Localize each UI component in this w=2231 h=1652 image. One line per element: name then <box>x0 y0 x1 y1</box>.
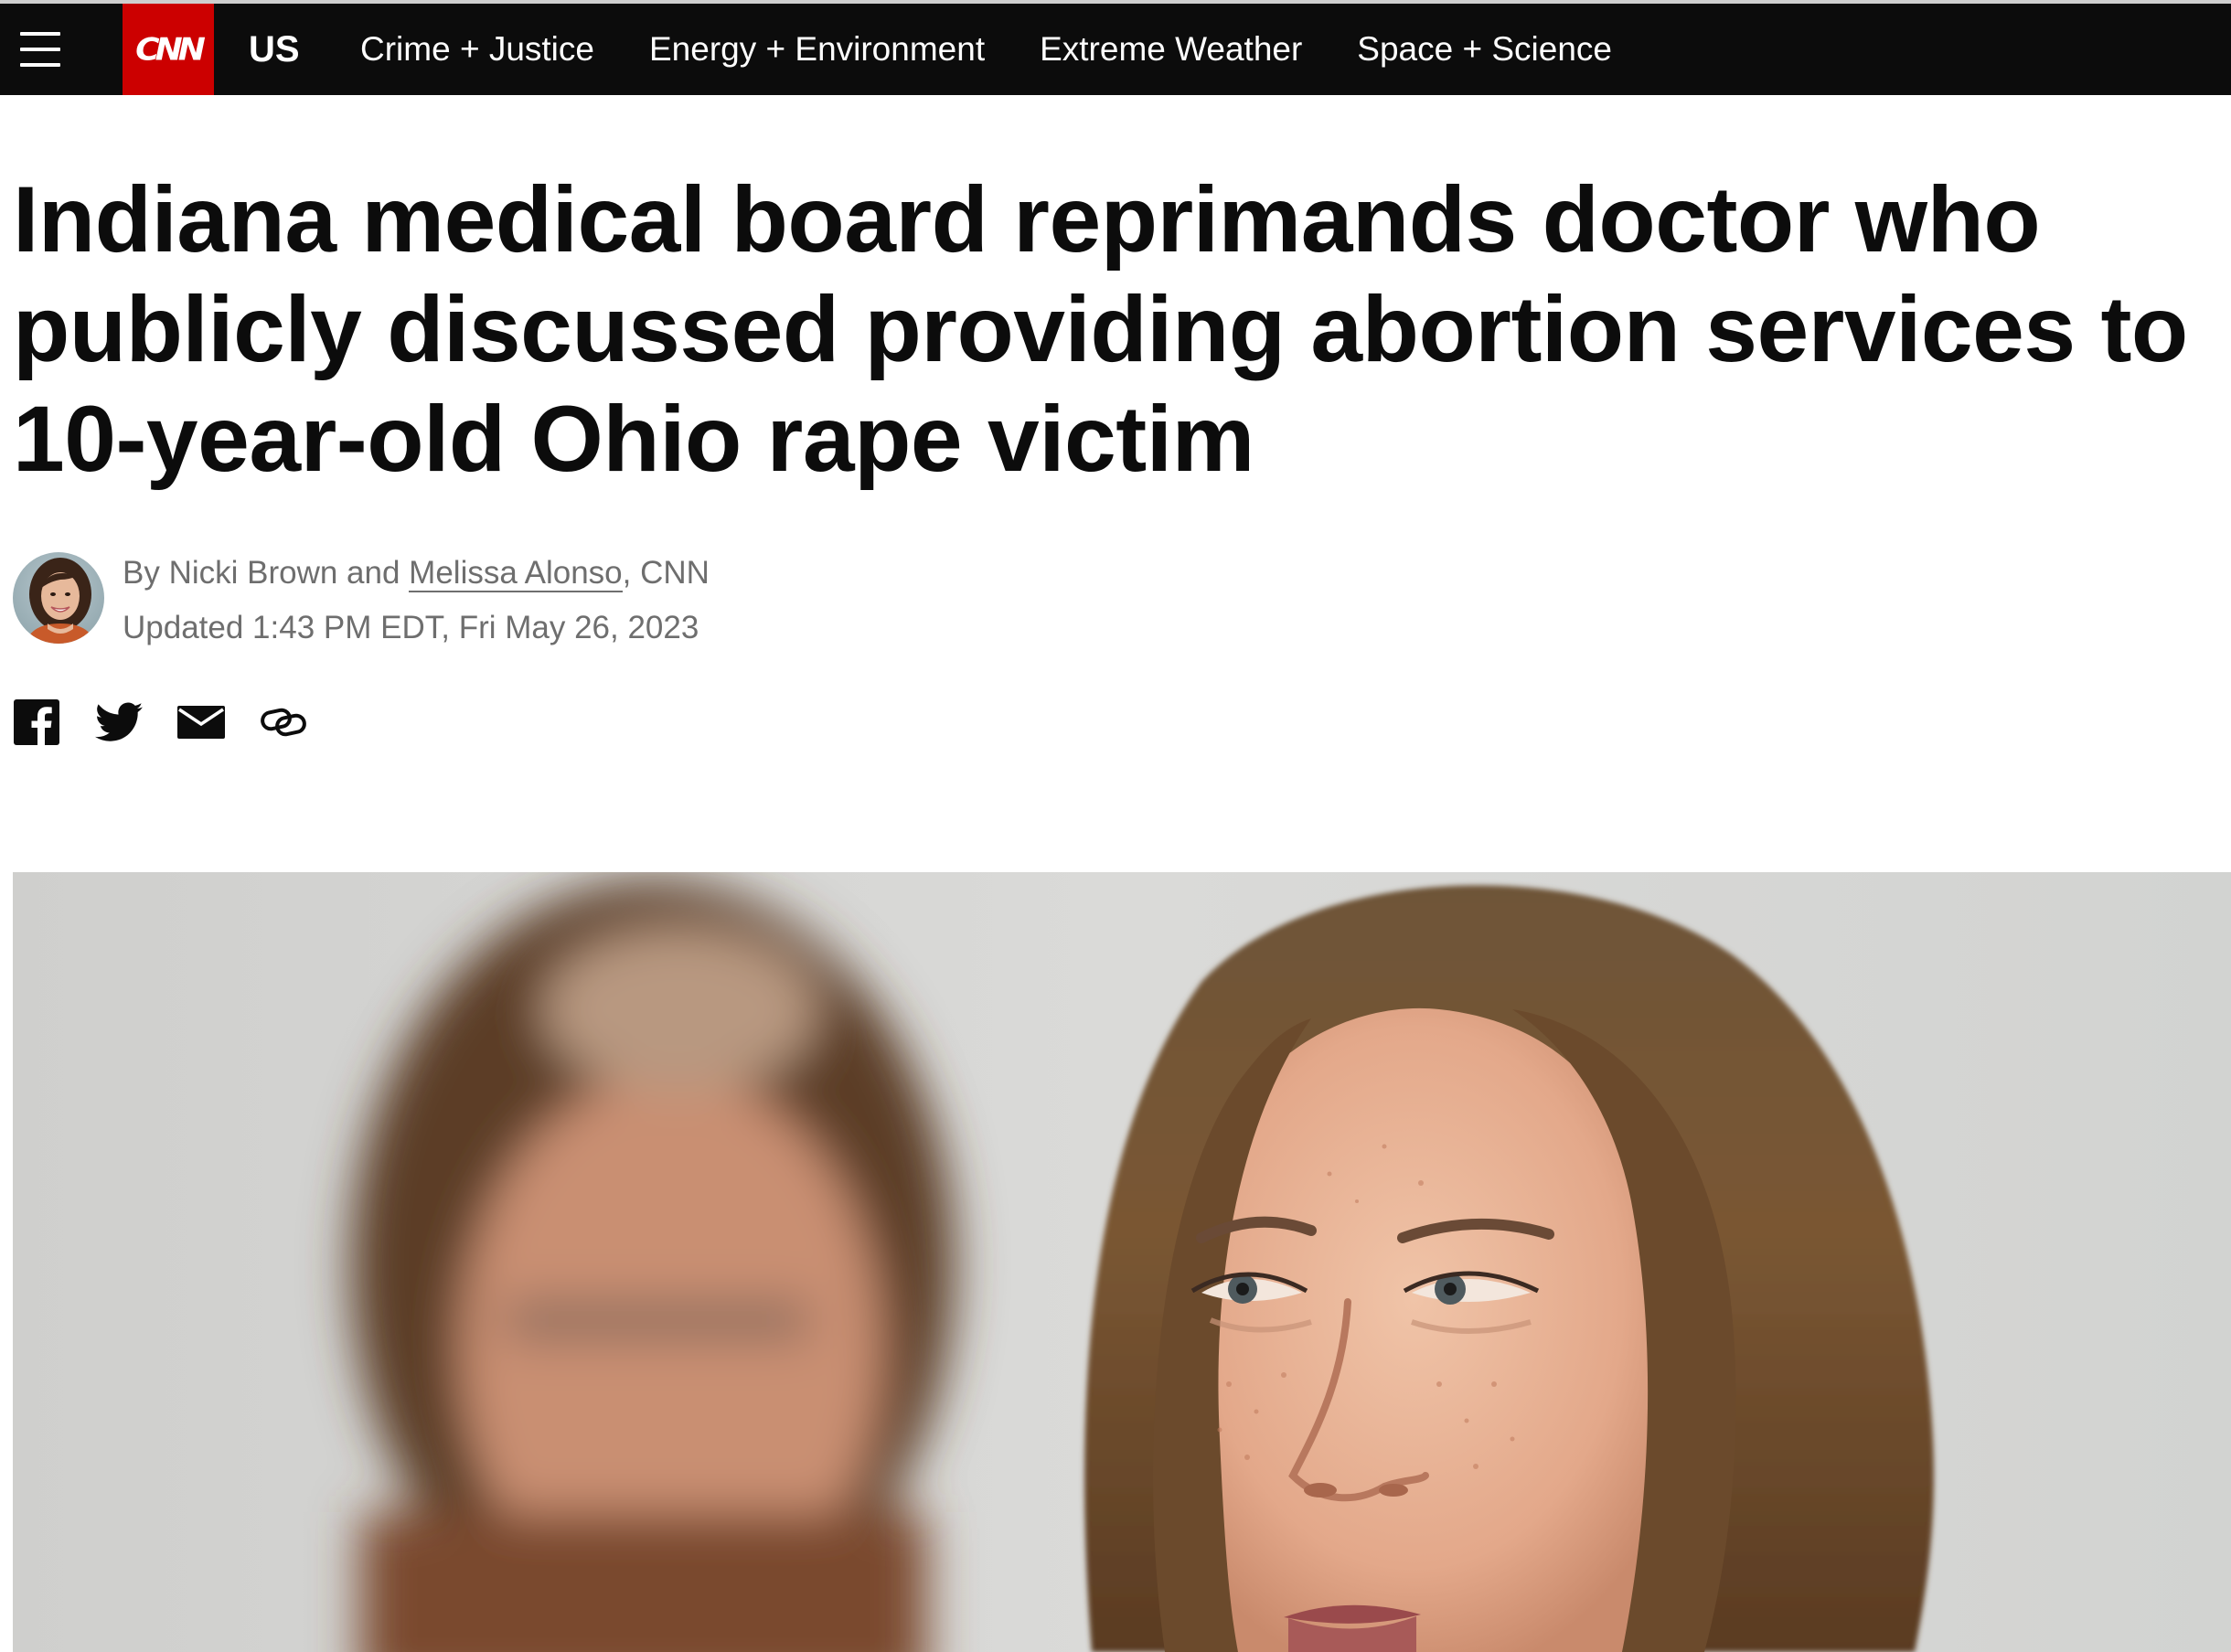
cnn-logo-text: CNN <box>135 31 206 68</box>
nav-link-extreme-weather[interactable]: Extreme Weather <box>1040 30 1302 69</box>
twitter-glyph <box>95 702 143 741</box>
article-headline: Indiana medical board reprimands doctor … <box>13 167 2188 491</box>
nav-link-energy-environment[interactable]: Energy + Environment <box>649 30 985 69</box>
email-glyph <box>177 706 225 739</box>
article-timestamp: Updated 1:43 PM EDT, Fri May 26, 2023 <box>123 610 699 645</box>
author-link[interactable]: Melissa Alonso <box>409 555 623 592</box>
nav-link-crime-justice[interactable]: Crime + Justice <box>360 30 594 69</box>
hero-photo <box>13 872 2231 1652</box>
cnn-logo[interactable]: CNN <box>123 4 214 95</box>
link-icon[interactable] <box>260 698 307 746</box>
menu-bar <box>20 32 60 36</box>
email-icon[interactable] <box>177 698 225 746</box>
link-glyph <box>261 708 306 737</box>
author-photo <box>13 552 104 644</box>
section-nav: Crime + Justice Energy + Environment Ext… <box>360 4 1667 95</box>
nav-link-space-science[interactable]: Space + Science <box>1357 30 1612 69</box>
section-title-us[interactable]: US <box>249 4 300 95</box>
menu-bar <box>20 48 60 51</box>
article-hero-image[interactable] <box>13 872 2231 1652</box>
facebook-icon[interactable] <box>13 698 60 746</box>
byline-prefix: By Nicki Brown and <box>123 555 410 591</box>
top-navigation: CNN US Crime + Justice Energy + Environm… <box>0 0 2231 95</box>
menu-bar <box>20 63 60 67</box>
share-bar <box>13 697 307 748</box>
article-byline: By Nicki Brown and Melissa Alonso, CNN <box>123 550 710 596</box>
facebook-glyph <box>14 699 59 745</box>
twitter-icon[interactable] <box>95 698 143 746</box>
hamburger-menu-icon[interactable] <box>0 4 80 95</box>
author-avatar[interactable] <box>13 552 104 644</box>
byline-suffix: , CNN <box>622 555 710 591</box>
